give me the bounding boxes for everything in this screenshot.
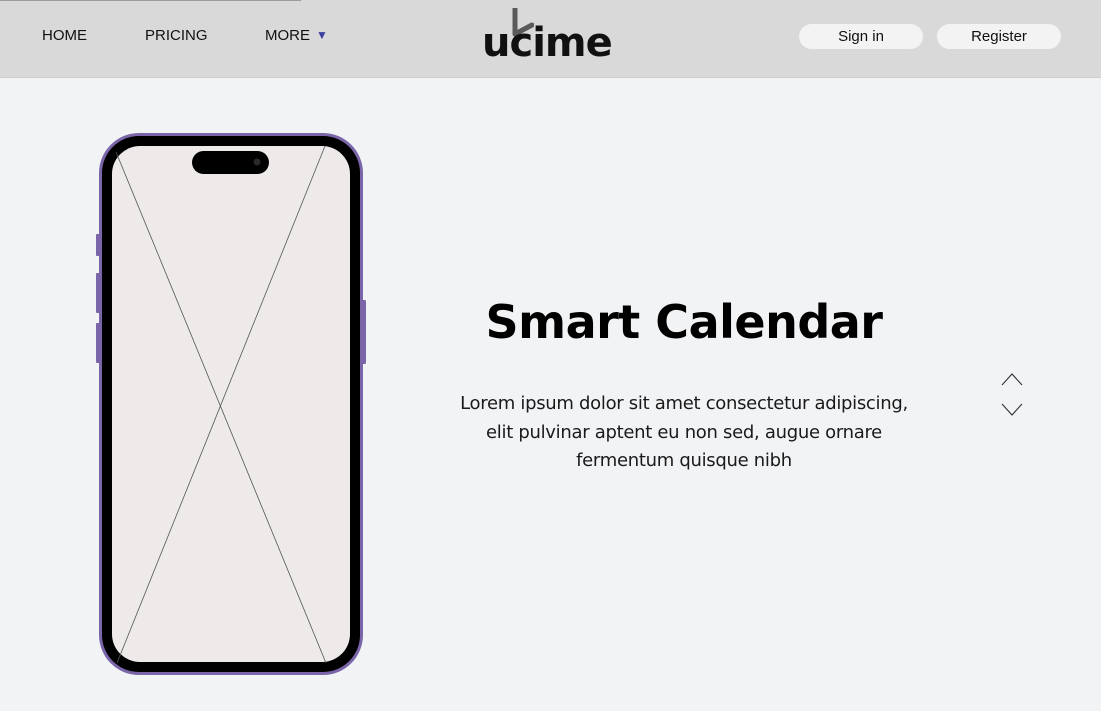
top-navigation-bar: HOME PRICING MORE ▼ ucime Sign in Registe… [0,0,1101,78]
header-divider [0,0,301,1]
chevron-down-icon[interactable] [999,401,1025,419]
phone-screen [112,146,350,662]
hero-description-line: Lorem ipsum dolor sit amet consectetur a… [460,393,908,414]
nav-more-dropdown[interactable]: MORE ▼ [265,26,328,46]
register-button[interactable]: Register [937,24,1061,49]
hero-description-line: fermentum quisque nibh [576,450,792,471]
nav-pricing-link[interactable]: PRICING [145,26,208,46]
nav-home-link[interactable]: HOME [42,26,87,46]
brand-logo[interactable]: ucime [482,8,622,68]
hero-description: Lorem ipsum dolor sit amet consectetur a… [415,390,953,476]
brand-wordmark: ucime [482,20,613,66]
caret-down-icon: ▼ [316,28,328,42]
chevron-up-icon[interactable] [999,370,1025,388]
nav-more-label: MORE [265,27,310,44]
hero-title: Smart Calendar [485,295,883,349]
sign-in-button[interactable]: Sign in [799,24,923,49]
phone-mockup [95,130,367,678]
hero-description-line: elit pulvinar aptent eu non sed, augue o… [486,421,882,443]
